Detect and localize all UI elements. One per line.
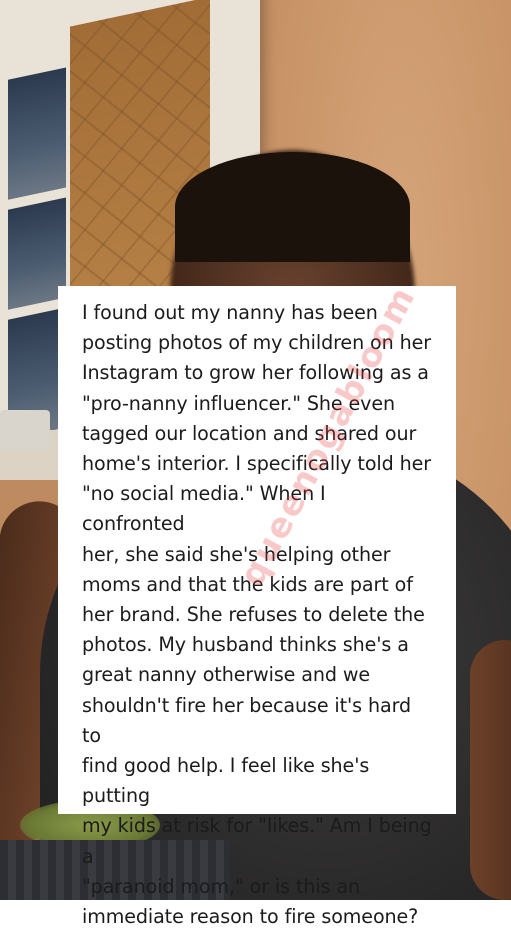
post-line: photos. My husband thinks she's a bbox=[82, 633, 409, 657]
post-line: home's interior. I specifically told her bbox=[82, 452, 431, 476]
right-arm bbox=[470, 640, 511, 900]
post-line: my kids at risk for "likes." Am I being … bbox=[82, 814, 432, 868]
post-line: moms and that the kids are part of bbox=[82, 572, 413, 596]
post-line: find good help. I feel like she's puttin… bbox=[82, 754, 370, 808]
post-line: great nanny otherwise and we bbox=[82, 663, 371, 687]
text-card: I found out my nanny has been posting pho… bbox=[58, 279, 456, 928]
post-line: "paranoid mom," or is this an bbox=[82, 874, 360, 898]
post-line: Instagram to grow her following as a bbox=[82, 361, 429, 385]
post-line: immediate reason to fire someone? bbox=[82, 905, 419, 929]
post-line: tagged our location and shared our bbox=[82, 421, 417, 445]
post-line: her brand. She refuses to delete the bbox=[82, 603, 425, 627]
window-pane bbox=[8, 67, 66, 200]
cloth bbox=[0, 410, 50, 450]
post-line: her, she said she's helping other bbox=[82, 542, 391, 566]
post-line: posting photos of my children on her bbox=[82, 331, 431, 355]
hair bbox=[175, 152, 410, 262]
post-line: shouldn't fire her because it's hard to bbox=[82, 693, 412, 747]
post-line: I found out my nanny has been bbox=[82, 301, 378, 324]
post-line: "no social media." When I confronted bbox=[82, 482, 326, 536]
post-line: "pro-nanny influencer." She even bbox=[82, 391, 396, 415]
post-text: I found out my nanny has been posting pho… bbox=[82, 298, 434, 932]
